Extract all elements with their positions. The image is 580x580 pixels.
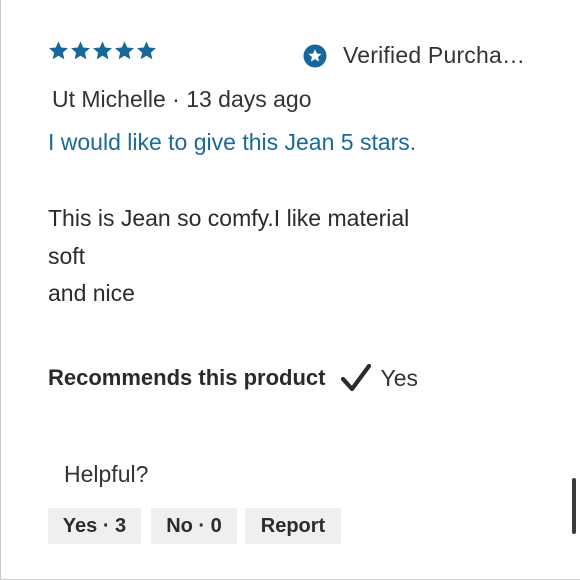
helpful-yes-button[interactable]: Yes · 3 <box>48 508 141 544</box>
review-body: This is Jean so comfy.I like material so… <box>48 200 409 313</box>
recommend-label: Recommends this product <box>48 365 326 390</box>
report-button[interactable]: Report <box>245 508 341 544</box>
star-icon <box>49 41 68 60</box>
star-rating <box>48 40 157 61</box>
star-icon <box>93 41 112 60</box>
review-body-line: soft <box>48 242 86 269</box>
verified-purchase-badge: Verified Purcha… <box>303 42 525 69</box>
recommendation: Recommends this product Yes <box>48 364 418 392</box>
recommend-value: Yes <box>380 364 419 391</box>
star-icon <box>137 41 156 60</box>
review-byline: Ut Michelle · 13 days ago <box>52 86 312 112</box>
helpful-label: Helpful? <box>64 461 149 487</box>
scrollbar-thumb[interactable] <box>572 478 576 534</box>
checkmark-icon <box>341 364 372 392</box>
review-card: Verified Purcha… Ut Michelle · 13 days a… <box>0 0 580 580</box>
star-icon <box>71 41 90 60</box>
star-icon <box>115 41 134 60</box>
verified-badge-icon <box>303 44 327 67</box>
helpful-no-button[interactable]: No · 0 <box>151 508 237 544</box>
verified-purchase-label: Verified Purcha… <box>343 42 526 68</box>
review-headline: I would like to give this Jean 5 stars. <box>48 129 417 155</box>
review-body-line: This is Jean so comfy.I like material <box>48 205 410 231</box>
review-body-line: and nice <box>48 280 135 306</box>
